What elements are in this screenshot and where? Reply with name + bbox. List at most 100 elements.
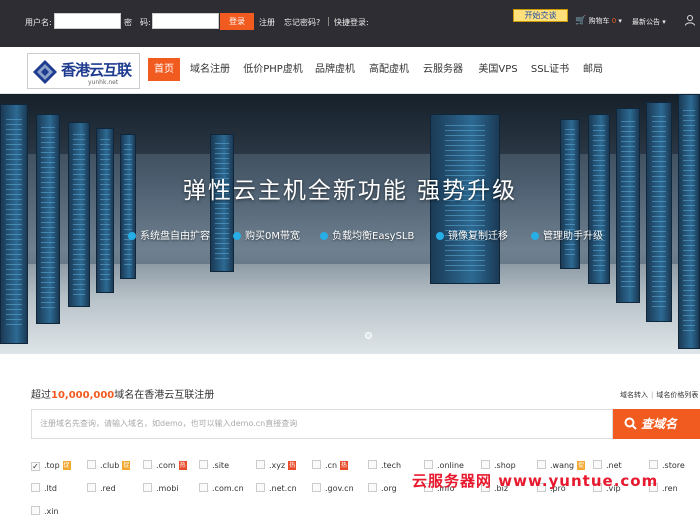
nav-item-mail[interactable]: 邮局 (580, 58, 606, 81)
tld-option[interactable]: .xin (31, 506, 59, 518)
search-icon (624, 417, 637, 430)
checkbox[interactable] (256, 460, 265, 469)
login-button[interactable]: 登录 (220, 13, 254, 30)
tld-option[interactable]: .xyz 热 (256, 460, 297, 472)
banner-feature: 系统盘自由扩容 (128, 227, 210, 242)
bullet-icon (531, 232, 539, 240)
watermark: 云服务器网 www.yuntue.com (412, 472, 659, 490)
tld-label: .xyz (269, 461, 286, 470)
qq-chat-button[interactable]: 开始交谈 (513, 9, 568, 22)
tld-option[interactable]: .red (87, 483, 116, 495)
checkbox[interactable] (649, 460, 658, 469)
tld-label: .cn (325, 461, 338, 470)
cart-count: 0 (611, 17, 617, 25)
logo-mark-icon (33, 60, 57, 84)
checkbox[interactable] (143, 483, 152, 492)
checkbox[interactable] (87, 460, 96, 469)
banner-feature: 购买0M带宽 (233, 227, 300, 242)
tld-label: .club (100, 461, 120, 470)
checkbox[interactable] (31, 483, 40, 492)
password-label: 密 码: (124, 18, 151, 27)
checkbox[interactable] (368, 460, 377, 469)
hot-badge: 热 (288, 461, 297, 470)
nav-item-ssl[interactable]: SSL证书 (530, 58, 570, 81)
nav-item-domain[interactable]: 域名注册 (189, 58, 231, 81)
price-list-link[interactable]: 域名价格列表 (656, 391, 698, 399)
tld-label: .wang (550, 461, 575, 470)
tld-option[interactable]: .tech (368, 460, 401, 472)
tld-option[interactable]: .net.cn (256, 483, 297, 495)
checkbox[interactable] (424, 460, 433, 469)
tld-label: .mobi (156, 484, 179, 493)
tld-option[interactable]: .site (199, 460, 229, 472)
divider (328, 17, 329, 26)
cart-link[interactable]: 🛒 购物车 0 ▾ (575, 16, 622, 26)
checkbox[interactable] (143, 460, 152, 469)
tld-label: .ren (662, 484, 678, 493)
banner-feature: 镜像复制迁移 (436, 227, 508, 242)
nav-item-us-vps[interactable]: 美国VPS (476, 58, 520, 81)
domain-search-button[interactable]: 查域名 (613, 409, 700, 439)
qq-chat-label: 开始交谈 (524, 11, 557, 20)
tld-label: .com (156, 461, 176, 470)
tld-label: .red (100, 484, 116, 493)
checkbox[interactable] (368, 483, 377, 492)
checkbox[interactable] (199, 483, 208, 492)
username-input[interactable] (54, 13, 121, 29)
nav-item-brand-hosting[interactable]: 品牌虚机 (314, 58, 356, 81)
banner-headline: 弹性云主机全新功能 强势升级 (182, 178, 518, 204)
slider-dot[interactable] (365, 332, 372, 339)
checkbox[interactable] (312, 460, 321, 469)
tld-option[interactable]: .mobi (143, 483, 179, 495)
server-rack-image (678, 94, 700, 349)
chevron-down-icon: ▾ (618, 17, 622, 25)
bullet-icon (436, 232, 444, 240)
domain-title: 超过10,000,000域名在香港云互联注册 (31, 390, 215, 401)
checkbox[interactable] (312, 483, 321, 492)
nav-item-cloud-server[interactable]: 云服务器 (422, 58, 464, 81)
tld-option[interactable]: .gov.cn (312, 483, 354, 495)
tld-option[interactable]: .cn 热 (312, 460, 349, 472)
user-icon[interactable] (684, 14, 696, 26)
register-link[interactable]: 注册 (259, 17, 275, 28)
checkbox[interactable] (31, 506, 40, 515)
main-nav: 香港云互联 yunhk.net 首页 域名注册 低价PHP虚机 品牌虚机 高配虚… (0, 47, 700, 94)
nav-item-php-hosting[interactable]: 低价PHP虚机 (242, 58, 304, 81)
domain-search-input[interactable]: 注册域名先查询，请输入域名，如demo，也可以输入demo.cn直接查询 (31, 409, 613, 439)
tld-option[interactable]: .ltd (31, 483, 57, 495)
checkbox[interactable] (199, 460, 208, 469)
tld-option[interactable]: .club 促 (87, 460, 131, 472)
password-input[interactable] (152, 13, 219, 29)
hero-banner[interactable]: 弹性云主机全新功能 强势升级 系统盘自由扩容 购买0M带宽 负载均衡EasySL… (0, 94, 700, 354)
tld-label: .gov.cn (325, 484, 354, 493)
server-rack-image (68, 122, 90, 307)
domain-links: 域名转入 | 域名价格列表 (620, 391, 699, 399)
tld-label: .tech (381, 461, 402, 470)
checkbox[interactable] (481, 460, 490, 469)
site-logo[interactable]: 香港云互联 yunhk.net (27, 53, 140, 89)
news-dropdown[interactable]: 最新公告 ▾ (632, 17, 666, 27)
tld-label: .com.cn (212, 484, 244, 493)
tld-label: .org (381, 484, 397, 493)
transfer-link[interactable]: 域名转入 (620, 391, 648, 399)
tld-label: .net (606, 461, 622, 470)
checkbox[interactable] (256, 483, 265, 492)
hot-badge: 热 (340, 461, 349, 470)
logo-domain: yunhk.net (88, 79, 119, 86)
tld-label: .store (662, 461, 685, 470)
promo-badge: 促 (62, 461, 71, 470)
tld-option[interactable]: .com 热 (143, 460, 187, 472)
tld-option[interactable]: .com.cn (199, 483, 244, 495)
banner-feature: 负载均衡EasySLB (320, 227, 414, 242)
checkbox[interactable]: ✓ (31, 462, 40, 471)
forgot-password-link[interactable]: 忘记密码? (284, 17, 320, 28)
nav-item-home[interactable]: 首页 (148, 58, 180, 81)
checkbox[interactable] (593, 460, 602, 469)
tld-option[interactable]: ✓ .top 促 (31, 460, 71, 472)
checkbox[interactable] (87, 483, 96, 492)
banner-feature: 管理助手升级 (531, 227, 603, 242)
tld-option[interactable]: .org (368, 483, 397, 495)
nav-item-high-hosting[interactable]: 高配虚机 (368, 58, 410, 81)
cart-icon: 🛒 (575, 16, 587, 26)
checkbox[interactable] (537, 460, 546, 469)
